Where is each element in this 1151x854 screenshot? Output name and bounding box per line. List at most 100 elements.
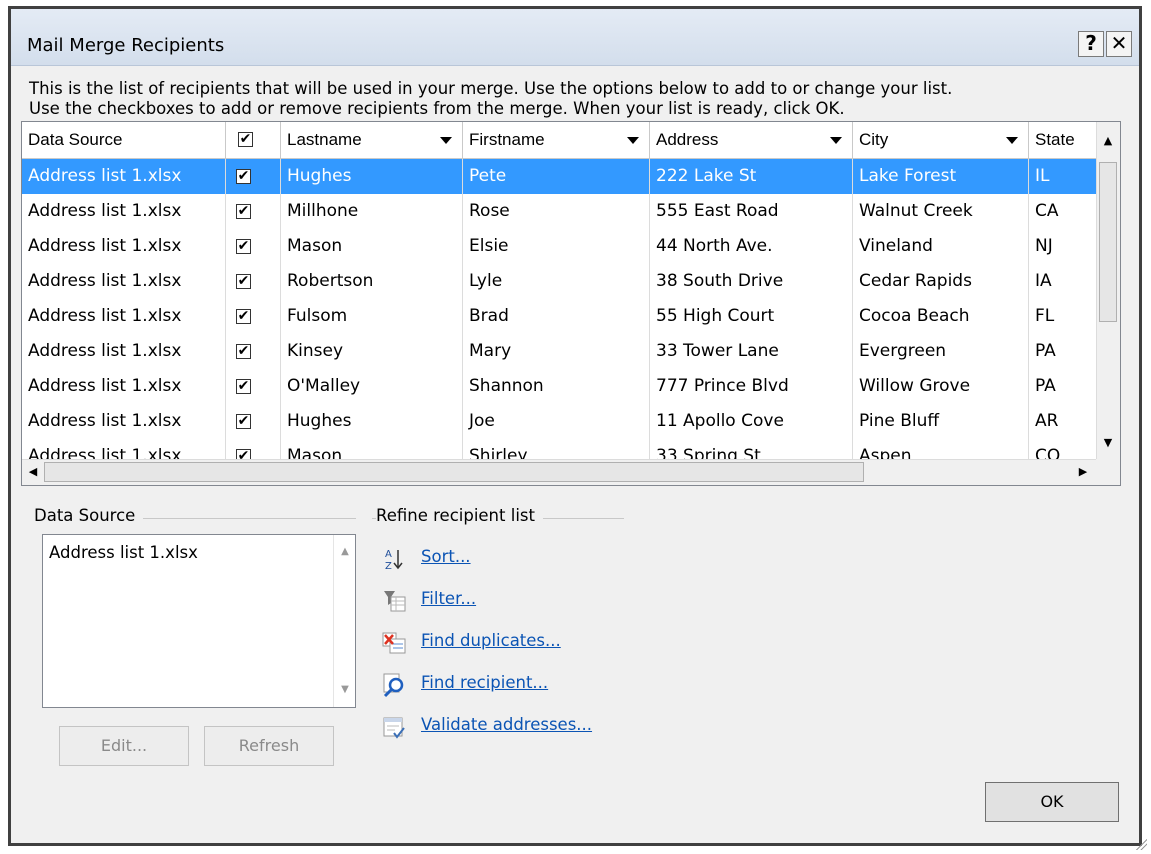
data-source-list-item[interactable]: Address list 1.xlsx	[49, 543, 198, 562]
help-button[interactable]: ?	[1078, 31, 1104, 57]
data-source-scrollbar[interactable]: ▲ ▼	[333, 535, 355, 707]
title-bar[interactable]: Mail Merge Recipients ? ✕	[11, 9, 1139, 66]
dialog-title: Mail Merge Recipients	[27, 35, 225, 56]
validate-addresses-icon	[381, 714, 407, 740]
instruction-line: Use the checkboxes to add or remove reci…	[29, 99, 845, 118]
cell-lastname: Millhone	[281, 194, 463, 229]
find-duplicates-link[interactable]: Find duplicates...	[421, 631, 561, 650]
scroll-down-icon[interactable]: ▼	[1097, 432, 1119, 454]
dropdown-arrow-icon[interactable]	[1006, 137, 1018, 144]
cell-lastname: Mason	[281, 439, 463, 460]
recipient-checkbox[interactable]: ✔	[236, 309, 251, 324]
dropdown-arrow-icon[interactable]	[627, 137, 639, 144]
cell-lastname: Hughes	[281, 404, 463, 439]
column-header-check-all[interactable]: ✔	[226, 122, 281, 158]
cell-lastname: Hughes	[281, 159, 463, 194]
cell-state: FL	[1029, 299, 1096, 334]
recipient-checkbox[interactable]: ✔	[236, 204, 251, 219]
cell-state: NJ	[1029, 229, 1096, 264]
column-header-address[interactable]: Address	[650, 122, 853, 158]
column-header-lastname[interactable]: Lastname	[281, 122, 463, 158]
data-source-list[interactable]: Address list 1.xlsx ▲ ▼	[42, 534, 356, 708]
cell-address: 38 South Drive	[650, 264, 853, 299]
recipient-checkbox[interactable]: ✔	[236, 414, 251, 429]
column-header-data-source[interactable]: Data Source	[22, 122, 226, 158]
vertical-scroll-thumb[interactable]	[1099, 162, 1117, 322]
cell-firstname: Mary	[463, 334, 650, 369]
cell-state: PA	[1029, 334, 1096, 369]
select-all-checkbox[interactable]: ✔	[238, 132, 253, 147]
cell-city: Evergreen	[853, 334, 1029, 369]
cell-firstname: Shannon	[463, 369, 650, 404]
cell-city: Pine Bluff	[853, 404, 1029, 439]
table-row[interactable]: Address list 1.xlsx ✔ O'Malley Shannon 777 P…	[22, 369, 1096, 404]
cell-checkbox: ✔	[226, 229, 281, 264]
table-row[interactable]: Address list 1.xlsx ✔ Hughes Joe 11 Apollo C…	[22, 404, 1096, 439]
cell-city: Lake Forest	[853, 159, 1029, 194]
cell-address: 55 High Court	[650, 299, 853, 334]
horizontal-scrollbar[interactable]: ◀ ▶	[22, 459, 1096, 485]
recipient-checkbox[interactable]: ✔	[236, 344, 251, 359]
filter-link[interactable]: Filter...	[421, 589, 476, 608]
table-row[interactable]: Address list 1.xlsx ✔ Millhone Rose 555 East…	[22, 194, 1096, 229]
cell-data-source: Address list 1.xlsx	[22, 334, 226, 369]
cell-state: CO	[1029, 439, 1096, 460]
cell-address: 44 North Ave.	[650, 229, 853, 264]
scroll-left-icon[interactable]: ◀	[22, 461, 44, 483]
scroll-down-icon[interactable]: ▼	[334, 679, 356, 701]
table-row[interactable]: Address list 1.xlsx ✔ Hughes Pete 222 Lake S…	[22, 159, 1096, 194]
edit-button[interactable]: Edit...	[59, 726, 189, 766]
cell-data-source: Address list 1.xlsx	[22, 369, 226, 404]
table-row[interactable]: Address list 1.xlsx ✔ Fulsom Brad 55 High Co…	[22, 299, 1096, 334]
column-header-state[interactable]: State	[1029, 122, 1096, 158]
sort-az-icon: AZ	[381, 546, 407, 572]
cell-address: 11 Apollo Cove	[650, 404, 853, 439]
refine-group-label: Refine recipient list	[376, 506, 543, 525]
cell-data-source: Address list 1.xlsx	[22, 439, 226, 460]
cell-data-source: Address list 1.xlsx	[22, 264, 226, 299]
close-button[interactable]: ✕	[1106, 31, 1132, 57]
vertical-scrollbar[interactable]: ▲ ▼	[1096, 122, 1120, 460]
refresh-button[interactable]: Refresh	[204, 726, 334, 766]
find-duplicates-icon	[381, 630, 407, 656]
cell-city: Willow Grove	[853, 369, 1029, 404]
find-recipient-link[interactable]: Find recipient...	[421, 673, 548, 692]
cell-checkbox: ✔	[226, 404, 281, 439]
instruction-line: This is the list of recipients that will…	[29, 79, 953, 98]
recipient-checkbox[interactable]: ✔	[236, 379, 251, 394]
recipient-checkbox[interactable]: ✔	[236, 169, 251, 184]
table-row[interactable]: Address list 1.xlsx ✔ Kinsey Mary 33 Tower L…	[22, 334, 1096, 369]
find-recipient-icon	[381, 672, 407, 698]
instructions: This is the list of recipients that will…	[29, 79, 1129, 119]
dropdown-arrow-icon[interactable]	[440, 137, 452, 144]
scroll-corner	[1096, 459, 1120, 485]
recipient-checkbox[interactable]: ✔	[236, 239, 251, 254]
cell-address: 33 Tower Lane	[650, 334, 853, 369]
scroll-up-icon[interactable]: ▲	[1097, 130, 1119, 152]
table-row[interactable]: Address list 1.xlsx ✔ Mason Elsie 44 North A…	[22, 229, 1096, 264]
column-header-city[interactable]: City	[853, 122, 1029, 158]
recipient-checkbox[interactable]: ✔	[236, 274, 251, 289]
cell-state: PA	[1029, 369, 1096, 404]
validate-addresses-link[interactable]: Validate addresses...	[421, 715, 592, 734]
ok-button[interactable]: OK	[985, 782, 1119, 822]
cell-checkbox: ✔	[226, 369, 281, 404]
scroll-up-icon[interactable]: ▲	[334, 541, 356, 563]
column-header-firstname[interactable]: Firstname	[463, 122, 650, 158]
dropdown-arrow-icon[interactable]	[830, 137, 842, 144]
cell-firstname: Pete	[463, 159, 650, 194]
table-row[interactable]: Address list 1.xlsx ✔ Robertson Lyle 38 Sout…	[22, 264, 1096, 299]
scroll-right-icon[interactable]: ▶	[1072, 461, 1094, 483]
cell-checkbox: ✔	[226, 159, 281, 194]
recipient-grid[interactable]: Data Source ✔ Lastname Firstname Address…	[21, 121, 1121, 486]
table-row[interactable]: Address list 1.xlsx ✔ Mason Shirley 33 Sprin…	[22, 439, 1096, 460]
resize-grip-icon[interactable]	[1133, 836, 1147, 850]
cell-state: CA	[1029, 194, 1096, 229]
cell-lastname: O'Malley	[281, 369, 463, 404]
cell-firstname: Lyle	[463, 264, 650, 299]
sort-link[interactable]: Sort...	[421, 547, 471, 566]
cell-checkbox: ✔	[226, 264, 281, 299]
cell-checkbox: ✔	[226, 334, 281, 369]
horizontal-scroll-thumb[interactable]	[44, 462, 864, 482]
svg-text:A: A	[385, 549, 392, 560]
